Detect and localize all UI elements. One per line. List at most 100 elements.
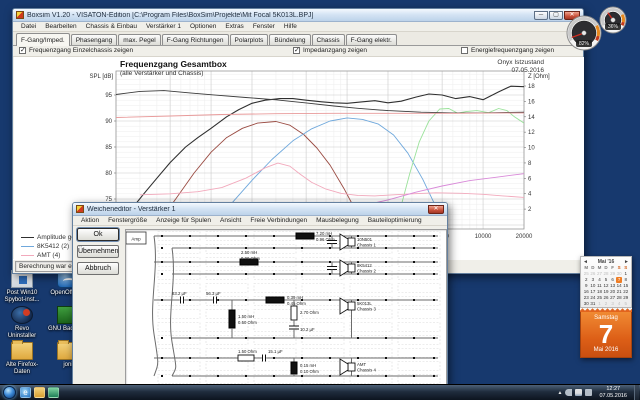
tab-chassis[interactable]: Chassis <box>312 34 345 45</box>
volume-icon[interactable] <box>565 389 572 396</box>
tab-max-pegel[interactable]: max. Pegel <box>118 34 161 45</box>
dialog-menu-item-mausbelegung[interactable]: Mausbelegung <box>312 217 363 224</box>
system-tray: ▲ 12:27 07.05.2016 <box>558 385 640 400</box>
component-slot <box>398 362 440 371</box>
menu-item-fenster[interactable]: Fenster <box>249 23 279 30</box>
dialog-menu-item-fenstergr-e[interactable]: Fenstergröße <box>104 217 151 224</box>
show-desktop-button[interactable] <box>634 385 639 400</box>
menu-item-extras[interactable]: Extras <box>221 23 247 30</box>
menu-item-optionen[interactable]: Optionen <box>186 23 220 30</box>
tab-polarplots[interactable]: Polarplots <box>230 34 269 45</box>
dialog-menu-item-freie-verbindungen[interactable]: Freie Verbindungen <box>246 217 311 224</box>
meter-gadgets[interactable]: 82%36% <box>558 2 640 67</box>
minimize-button[interactable]: ─ <box>534 11 548 20</box>
legend-label: 8K5412 (2) <box>37 243 69 250</box>
internet-explorer-icon[interactable]: e <box>20 387 31 398</box>
tab-f-gang-richtungen[interactable]: F-Gang Richtungen <box>162 34 229 45</box>
component-value: 0.15 mH <box>300 363 316 368</box>
dialog-titlebar[interactable]: Weicheneditor - Verstärker 1 ✕ <box>73 203 447 216</box>
dialog-menu-item-anzeige-f-r-spulen[interactable]: Anzeige für Spulen <box>152 217 215 224</box>
dialog-menu-item-bauteiloptimierung[interactable]: Bauteiloptimierung <box>364 217 426 224</box>
tab-phasengang[interactable]: Phasengang <box>71 34 118 45</box>
menu-item-hilfe[interactable]: Hilfe <box>280 23 301 30</box>
calendar-day[interactable]: 5 <box>622 301 629 307</box>
explorer-icon[interactable] <box>34 387 45 398</box>
tray-expand-icon[interactable]: ▲ <box>558 390 563 396</box>
checkbox-frequenzgang-einzelchassis-zeigen[interactable]: ✓Frequenzgang Einzelchassis zeigen <box>19 47 133 54</box>
network-icon[interactable] <box>575 389 582 396</box>
calendar-big-day: 7 <box>581 321 631 347</box>
menu-item-chassis-einbau[interactable]: Chassis & Einbau <box>82 23 141 30</box>
menu-item-bearbeiten[interactable]: Bearbeiten <box>41 23 80 30</box>
media-player-icon[interactable] <box>48 387 59 398</box>
junction-dot <box>189 261 191 263</box>
component-value: 10.2 µF <box>300 327 315 332</box>
start-button[interactable] <box>3 386 16 399</box>
component-value: 2.70 Ohm <box>300 310 319 315</box>
component-slot <box>254 284 296 293</box>
tab-f-gang-imped[interactable]: F-Gang/Imped. <box>16 33 70 46</box>
component-slot <box>158 271 200 280</box>
junction-dot <box>217 261 219 263</box>
speaker-cone <box>340 359 348 375</box>
calendar-day[interactable]: 1 <box>596 301 603 307</box>
calendar-month-year: Mai 2016 <box>581 347 631 353</box>
main-menubar: DateiBearbeitenChassis & EinbauVerstärke… <box>13 22 583 32</box>
tab-f-gang-elektr[interactable]: F-Gang elektr. <box>346 34 397 45</box>
folder-icon <box>11 342 33 360</box>
menu-item-datei[interactable]: Datei <box>17 23 40 30</box>
component-slot <box>158 297 200 306</box>
junction-dot <box>385 273 387 275</box>
component-slot <box>302 284 344 293</box>
calendar-day[interactable]: 3 <box>609 301 616 307</box>
component-slot <box>158 349 200 358</box>
tray-clock[interactable]: 12:27 07.05.2016 <box>595 386 631 399</box>
calendar-day[interactable]: 31 <box>590 301 597 307</box>
gauge-value: 82% <box>579 41 590 47</box>
junction-dot <box>161 273 163 275</box>
desktop-icon-alte-firefox-daten[interactable]: Alte Firefox-Daten <box>0 342 44 375</box>
dialog-menu-item-ansicht[interactable]: Ansicht <box>216 217 245 224</box>
action-center-icon[interactable] <box>585 389 592 396</box>
x-tick-label: 20000 <box>516 234 533 240</box>
ok-button[interactable]: Ok <box>77 228 119 241</box>
inductor-symbol <box>291 362 297 374</box>
component-slot <box>302 336 344 345</box>
junction-dot <box>161 299 163 301</box>
main-titlebar[interactable]: Boxsim V1.20 - VISATON-Edition [C:\Progr… <box>13 9 583 22</box>
calendar-day[interactable]: 30 <box>583 301 590 307</box>
bernehmen-button[interactable]: Übernehmen <box>77 245 119 258</box>
checkbox-box <box>461 47 468 54</box>
checkbox-box: ✓ <box>19 47 26 54</box>
calendar-prev-icon[interactable]: ◄ <box>583 259 588 265</box>
junction-dot <box>245 337 247 339</box>
junction-dot <box>433 299 435 301</box>
component-slot <box>254 336 296 345</box>
checkbox-energiefrequenzgang-zeigen[interactable]: Energiefrequenzgang zeigen <box>461 47 554 54</box>
dialog-menu-item-aktion[interactable]: Aktion <box>77 217 103 224</box>
z-tick-label: 8 <box>528 161 532 167</box>
calendar-day[interactable]: 2 <box>603 301 610 307</box>
abbruch-button[interactable]: Abbruch <box>77 262 119 275</box>
menu-item-verst-rker-1[interactable]: Verstärker 1 <box>142 23 185 30</box>
z-tick-label: 2 <box>528 207 532 213</box>
junction-dot <box>301 273 303 275</box>
junction-dot <box>385 337 387 339</box>
junction-dot <box>273 357 275 359</box>
calendar-day[interactable]: 4 <box>616 301 623 307</box>
desktop-icon-post-win10-spybot-inst[interactable]: Post Win10 Spybot-inst... <box>0 270 44 303</box>
gauge-scale-red <box>597 36 599 40</box>
tab-b-ndelung[interactable]: Bündelung <box>269 34 310 45</box>
junction-dot <box>301 337 303 339</box>
crossover-circuit-canvas[interactable]: Amp7.20 mH0.96 Ohm100 µF10N501Chassis 12… <box>125 229 447 385</box>
desktop-icon-revo-uninstaller[interactable]: Revo Uninstaller <box>0 306 44 339</box>
dialog-close-button[interactable]: ✕ <box>428 205 444 214</box>
junction-dot <box>273 247 275 249</box>
checkbox-impedanzgang-zeigen[interactable]: ✓Impedanzgang zeigen <box>293 47 367 54</box>
junction-dot <box>433 375 435 377</box>
weicheneditor-dialog: Weicheneditor - Verstärker 1 ✕ AktionFen… <box>72 202 448 386</box>
calendar-next-icon[interactable]: ► <box>624 259 629 265</box>
dialog-buttons: Ok Übernehmen Abbruch <box>77 228 121 279</box>
calendar-gadget[interactable]: ◄ Mai '16 ► MDMDFSS252627282930123456789… <box>580 256 632 358</box>
junction-dot <box>273 337 275 339</box>
